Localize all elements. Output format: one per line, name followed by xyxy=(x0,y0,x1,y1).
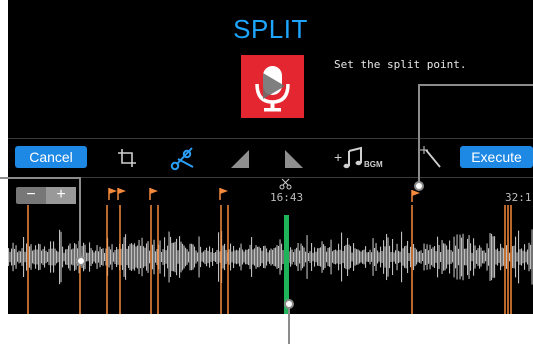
callout-lines xyxy=(0,84,533,344)
